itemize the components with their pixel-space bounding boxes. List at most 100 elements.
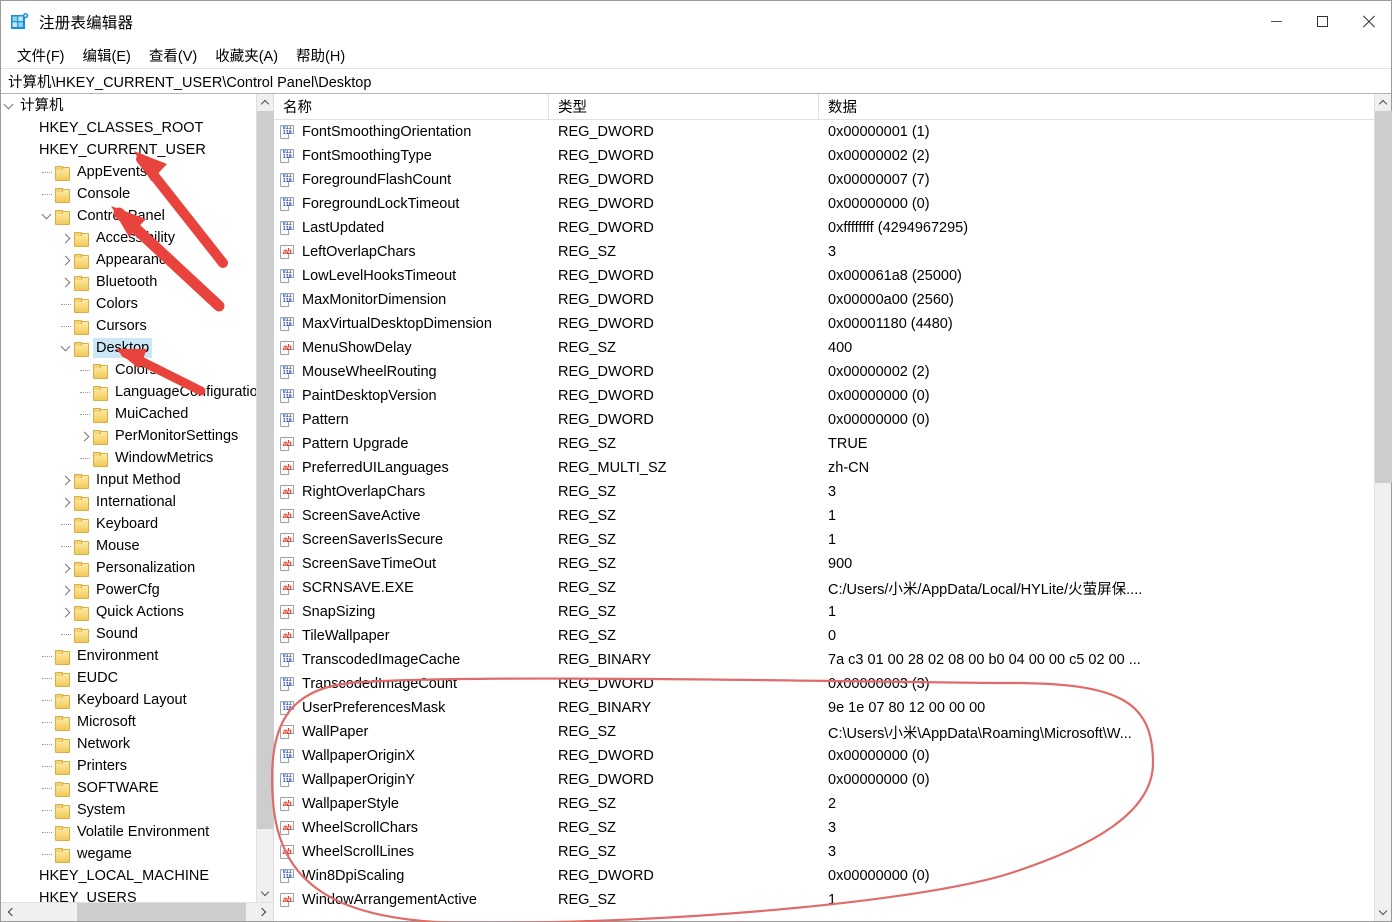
registry-value-row[interactable]: 011 110 WallpaperOriginX REG_DWORD 0x0000000… bbox=[274, 744, 1374, 768]
expander-expand-icon[interactable] bbox=[58, 491, 74, 513]
registry-value-row[interactable]: 011 110 TranscodedImageCount REG_DWORD 0x000… bbox=[274, 672, 1374, 696]
tree-node-muicached[interactable]: MuiCached bbox=[1, 403, 256, 425]
registry-value-row[interactable]: 011 110 FontSmoothingOrientation REG_DWORD 0… bbox=[274, 120, 1374, 144]
tree-node-hkey-classes-root[interactable]: HKEY_CLASSES_ROOT bbox=[1, 117, 256, 139]
menu-favorites[interactable]: 收藏夹(A) bbox=[207, 43, 286, 68]
registry-value-row[interactable]: ab TileWallpaper REG_SZ 0 bbox=[274, 624, 1374, 648]
tree-node-cursors[interactable]: Cursors bbox=[1, 315, 256, 337]
registry-value-row[interactable]: ab LeftOverlapChars REG_SZ 3 bbox=[274, 240, 1374, 264]
tree-node-international[interactable]: International bbox=[1, 491, 256, 513]
registry-value-row[interactable]: ab SnapSizing REG_SZ 1 bbox=[274, 600, 1374, 624]
tree-node-desktop[interactable]: Desktop bbox=[1, 337, 256, 359]
tree-node-permonitorsettings[interactable]: PerMonitorSettings bbox=[1, 425, 256, 447]
registry-value-row[interactable]: ab WheelScrollLines REG_SZ 3 bbox=[274, 840, 1374, 864]
tree-horizontal-scrollbar[interactable] bbox=[1, 902, 273, 921]
tree-vertical-scrollbar[interactable] bbox=[256, 94, 274, 902]
menu-view[interactable]: 查看(V) bbox=[141, 43, 205, 68]
expander-collapse-icon[interactable] bbox=[1, 95, 17, 117]
expander-collapse-icon[interactable] bbox=[58, 337, 74, 359]
tree-scroll-left-button[interactable] bbox=[1, 903, 20, 921]
tree-node-hkey-current-user[interactable]: HKEY_CURRENT_USER bbox=[1, 139, 256, 161]
tree-node-powercfg[interactable]: PowerCfg bbox=[1, 579, 256, 601]
tree-node-accessibility[interactable]: Accessibility bbox=[1, 227, 256, 249]
expander-expand-icon[interactable] bbox=[58, 601, 74, 623]
tree-scroll-right-button[interactable] bbox=[254, 903, 273, 921]
menu-edit[interactable]: 编辑(E) bbox=[75, 43, 139, 68]
tree-node-sound[interactable]: Sound bbox=[1, 623, 256, 645]
column-header-data[interactable]: 数据 bbox=[819, 94, 1374, 119]
registry-value-row[interactable]: 011 110 TranscodedImageCache REG_BINARY 7a c… bbox=[274, 648, 1374, 672]
registry-value-row[interactable]: ab WheelScrollChars REG_SZ 3 bbox=[274, 816, 1374, 840]
tree-node-appevents[interactable]: AppEvents bbox=[1, 161, 256, 183]
registry-value-row[interactable]: 011 110 MaxVirtualDesktopDimension REG_DWOR… bbox=[274, 312, 1374, 336]
list-scroll-down-button[interactable] bbox=[1375, 904, 1391, 921]
expander-expand-icon[interactable] bbox=[58, 579, 74, 601]
registry-values-list[interactable]: 011 110 FontSmoothingOrientation REG_DWORD 0… bbox=[274, 120, 1374, 921]
tree-scroll-thumb[interactable] bbox=[257, 111, 274, 829]
list-scroll-thumb[interactable] bbox=[1375, 111, 1392, 483]
tree-node-network[interactable]: Network bbox=[1, 733, 256, 755]
column-header-name[interactable]: 名称 bbox=[274, 94, 549, 119]
tree-scroll-down-button[interactable] bbox=[257, 885, 273, 902]
registry-value-row[interactable]: 011 110 PaintDesktopVersion REG_DWORD 0x0000… bbox=[274, 384, 1374, 408]
tree-node--[interactable]: 计算机 bbox=[1, 95, 256, 117]
tree-node-windowmetrics[interactable]: WindowMetrics bbox=[1, 447, 256, 469]
tree-node-mouse[interactable]: Mouse bbox=[1, 535, 256, 557]
tree-node-volatile-environment[interactable]: Volatile Environment bbox=[1, 821, 256, 843]
registry-value-row[interactable]: ab WindowArrangementActive REG_SZ 1 bbox=[274, 888, 1374, 912]
tree-node-colors[interactable]: Colors bbox=[1, 359, 256, 381]
tree-node-personalization[interactable]: Personalization bbox=[1, 557, 256, 579]
expander-collapse-icon[interactable] bbox=[39, 205, 55, 227]
address-bar[interactable]: 计算机\HKEY_CURRENT_USER\Control Panel\Desk… bbox=[1, 69, 1391, 94]
column-header-type[interactable]: 类型 bbox=[549, 94, 819, 119]
tree-node-input-method[interactable]: Input Method bbox=[1, 469, 256, 491]
tree-node-hkey-local-machine[interactable]: HKEY_LOCAL_MACHINE bbox=[1, 865, 256, 887]
expander-expand-icon[interactable] bbox=[58, 557, 74, 579]
registry-value-row[interactable]: 011 110 LowLevelHooksTimeout REG_DWORD 0x000… bbox=[274, 264, 1374, 288]
minimize-button[interactable] bbox=[1253, 1, 1299, 42]
tree-node-quick-actions[interactable]: Quick Actions bbox=[1, 601, 256, 623]
registry-value-row[interactable]: ab SCRNSAVE.EXE REG_SZ C:/Users/小米/AppData/… bbox=[274, 576, 1374, 600]
registry-value-row[interactable]: ab ScreenSaverIsSecure REG_SZ 1 bbox=[274, 528, 1374, 552]
tree-node-bluetooth[interactable]: Bluetooth bbox=[1, 271, 256, 293]
registry-value-row[interactable]: ab PreferredUILanguages REG_MULTI_SZ zh-CN bbox=[274, 456, 1374, 480]
expander-expand-icon[interactable] bbox=[58, 469, 74, 491]
registry-value-row[interactable]: 011 110 WallpaperOriginY REG_DWORD 0x0000000… bbox=[274, 768, 1374, 792]
registry-value-row[interactable]: 011 110 Win8DpiScaling REG_DWORD 0x00000000 … bbox=[274, 864, 1374, 888]
tree-node-languageconfiguration[interactable]: LanguageConfiguration bbox=[1, 381, 256, 403]
tree-node-environment[interactable]: Environment bbox=[1, 645, 256, 667]
registry-value-row[interactable]: ab ScreenSaveTimeOut REG_SZ 900 bbox=[274, 552, 1374, 576]
tree-viewport[interactable]: 计算机 HKEY_CLASSES_ROOT HKEY_CURRENT_USER App… bbox=[1, 94, 256, 902]
registry-value-row[interactable]: ab WallPaper REG_SZ C:\Users\小米\AppData\Roa… bbox=[274, 720, 1374, 744]
registry-value-row[interactable]: 011 110 MouseWheelRouting REG_DWORD 0x000000… bbox=[274, 360, 1374, 384]
registry-value-row[interactable]: 011 110 ForegroundLockTimeout REG_DWORD 0x00… bbox=[274, 192, 1374, 216]
registry-value-row[interactable]: 011 110 ForegroundFlashCount REG_DWORD 0x000… bbox=[274, 168, 1374, 192]
registry-value-row[interactable]: 011 110 UserPreferencesMask REG_BINARY 9e 1e… bbox=[274, 696, 1374, 720]
registry-value-row[interactable]: ab Pattern Upgrade REG_SZ TRUE bbox=[274, 432, 1374, 456]
tree-node-keyboard[interactable]: Keyboard bbox=[1, 513, 256, 535]
tree-scroll-track[interactable] bbox=[257, 111, 274, 885]
tree-node-hkey-users[interactable]: HKEY_USERS bbox=[1, 887, 256, 902]
registry-value-row[interactable]: 011 110 MaxMonitorDimension REG_DWORD 0x0000… bbox=[274, 288, 1374, 312]
tree-node-control-panel[interactable]: Control Panel bbox=[1, 205, 256, 227]
tree-node-software[interactable]: SOFTWARE bbox=[1, 777, 256, 799]
list-scroll-up-button[interactable] bbox=[1375, 94, 1391, 111]
registry-value-row[interactable]: ab WallpaperStyle REG_SZ 2 bbox=[274, 792, 1374, 816]
registry-value-row[interactable]: ab RightOverlapChars REG_SZ 3 bbox=[274, 480, 1374, 504]
menu-file[interactable]: 文件(F) bbox=[9, 43, 73, 68]
tree-scroll-up-button[interactable] bbox=[257, 94, 273, 111]
registry-value-row[interactable]: 011 110 LastUpdated REG_DWORD 0xffffffff (42… bbox=[274, 216, 1374, 240]
tree-node-keyboard-layout[interactable]: Keyboard Layout bbox=[1, 689, 256, 711]
expander-expand-icon[interactable] bbox=[58, 227, 74, 249]
tree-node-system[interactable]: System bbox=[1, 799, 256, 821]
registry-value-row[interactable]: ab MenuShowDelay REG_SZ 400 bbox=[274, 336, 1374, 360]
tree-node-eudc[interactable]: EUDC bbox=[1, 667, 256, 689]
registry-value-row[interactable]: 011 110 Pattern REG_DWORD 0x00000000 (0) bbox=[274, 408, 1374, 432]
registry-value-row[interactable]: 011 110 FontSmoothingType REG_DWORD 0x000000… bbox=[274, 144, 1374, 168]
tree-node-console[interactable]: Console bbox=[1, 183, 256, 205]
maximize-button[interactable] bbox=[1299, 1, 1345, 42]
tree-node-wegame[interactable]: wegame bbox=[1, 843, 256, 865]
expander-expand-icon[interactable] bbox=[58, 249, 74, 271]
menu-help[interactable]: 帮助(H) bbox=[288, 43, 353, 68]
tree-node-colors[interactable]: Colors bbox=[1, 293, 256, 315]
